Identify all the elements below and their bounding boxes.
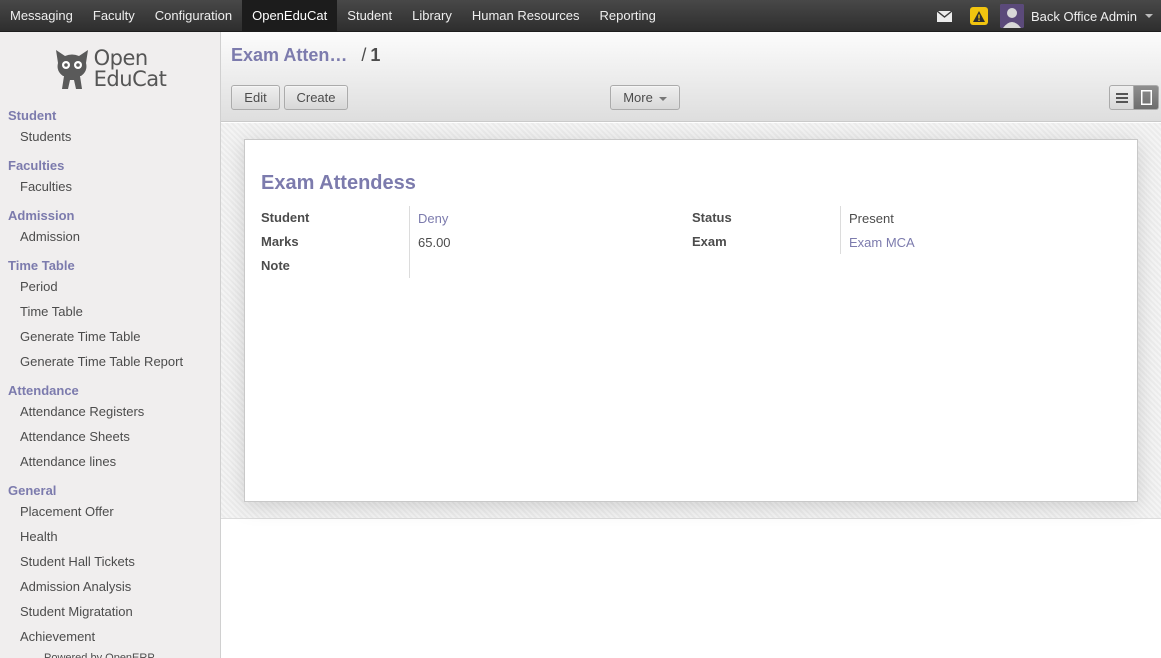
menu-human-resources[interactable]: Human Resources: [462, 0, 590, 32]
warning-icon[interactable]: [970, 7, 989, 25]
sidebar: Open EduCat Student Students Faculties F…: [0, 32, 221, 658]
menu-openeducat[interactable]: OpenEduCat: [242, 0, 338, 32]
top-menu: Messaging Faculty Configuration OpenEduC…: [0, 0, 666, 32]
form-title: Exam Attendess: [261, 172, 416, 194]
field-label-exam: Exam: [692, 234, 727, 249]
field-label-marks: Marks: [261, 234, 299, 249]
form-sheet-background: Exam Attendess Student Marks Note Deny 6…: [221, 123, 1161, 519]
menu-messaging[interactable]: Messaging: [0, 0, 83, 32]
section-title-attendance: Attendance: [8, 383, 79, 398]
field-label-status: Status: [692, 210, 732, 225]
top-right-area: Back Office Admin: [937, 0, 1161, 32]
sidebar-item-time-table[interactable]: Time Table: [0, 299, 220, 324]
sidebar-item-student-hall-tickets[interactable]: Student Hall Tickets: [0, 549, 220, 574]
sidebar-item-placement-offer[interactable]: Placement Offer: [0, 499, 220, 524]
breadcrumb-separator: /: [361, 45, 367, 65]
section-title-faculties: Faculties: [8, 158, 65, 173]
powered-by-footer[interactable]: Powered by OpenERP: [0, 649, 220, 658]
breadcrumb: Exam Atten… / 1: [231, 45, 380, 66]
user-menu[interactable]: Back Office Admin: [1000, 4, 1153, 28]
menu-reporting[interactable]: Reporting: [590, 0, 666, 32]
sidebar-item-attendance-lines[interactable]: Attendance lines: [0, 449, 220, 474]
menu-configuration[interactable]: Configuration: [145, 0, 242, 32]
list-view-icon: [1115, 92, 1128, 103]
create-button[interactable]: Create: [284, 85, 348, 110]
section-title-student: Student: [8, 108, 57, 123]
more-button-label: More: [623, 90, 653, 105]
chevron-down-icon: [1145, 14, 1153, 18]
warning-triangle-icon: [973, 10, 986, 22]
form-view-button[interactable]: [1134, 85, 1159, 110]
breadcrumb-current: 1: [370, 45, 381, 65]
logo[interactable]: Open EduCat: [0, 32, 220, 100]
sidebar-item-students[interactable]: Students: [0, 124, 220, 149]
sidebar-item-attendance-registers[interactable]: Attendance Registers: [0, 399, 220, 424]
form-view-icon: [1140, 90, 1152, 105]
control-panel: Exam Atten… / 1 Edit Create More: [221, 32, 1161, 122]
sidebar-item-health[interactable]: Health: [0, 524, 220, 549]
breadcrumb-parent[interactable]: Exam Atten…: [231, 45, 347, 66]
section-title-general: General: [8, 483, 57, 498]
field-label-student: Student: [261, 210, 310, 225]
logo-text: Open EduCat: [94, 48, 167, 90]
list-view-button[interactable]: [1109, 85, 1134, 110]
sidebar-item-period[interactable]: Period: [0, 274, 220, 299]
sidebar-item-faculties[interactable]: Faculties: [0, 174, 220, 199]
user-avatar-icon: [1000, 4, 1025, 28]
field-value-status: Present: [849, 211, 894, 226]
avatar: [1000, 4, 1025, 28]
menu-library[interactable]: Library: [402, 0, 462, 32]
section-title-admission: Admission: [8, 208, 75, 223]
sidebar-item-student-migratation[interactable]: Student Migratation: [0, 599, 220, 624]
logo-line-2: EduCat: [93, 67, 167, 91]
top-navbar: Messaging Faculty Configuration OpenEduC…: [0, 0, 1161, 32]
menu-faculty[interactable]: Faculty: [83, 0, 145, 32]
field-divider-right: [840, 206, 841, 254]
form-sheet: Exam Attendess Student Marks Note Deny 6…: [244, 139, 1138, 502]
field-value-exam[interactable]: Exam MCA: [849, 235, 915, 250]
field-divider-left: [409, 206, 410, 278]
sidebar-item-attendance-sheets[interactable]: Attendance Sheets: [0, 424, 220, 449]
more-button[interactable]: More: [610, 85, 680, 110]
view-switcher: [1109, 85, 1159, 110]
sidebar-item-admission-analysis[interactable]: Admission Analysis: [0, 574, 220, 599]
field-value-student[interactable]: Deny: [418, 211, 448, 226]
main-content: Exam Atten… / 1 Edit Create More Exam At…: [221, 32, 1161, 658]
menu-student[interactable]: Student: [337, 0, 402, 32]
field-label-note: Note: [261, 258, 290, 273]
user-name: Back Office Admin: [1031, 8, 1137, 24]
section-title-time-table: Time Table: [8, 258, 75, 273]
sidebar-item-achievement[interactable]: Achievement: [0, 624, 220, 649]
sidebar-item-generate-time-table[interactable]: Generate Time Table: [0, 324, 220, 349]
sidebar-item-generate-time-table-report[interactable]: Generate Time Table Report: [0, 349, 220, 374]
logo-line-1: Open: [93, 46, 149, 70]
sidebar-item-admission[interactable]: Admission: [0, 224, 220, 249]
chevron-down-icon: [658, 96, 667, 101]
edit-button[interactable]: Edit: [231, 85, 280, 110]
mail-icon[interactable]: [937, 10, 953, 22]
field-value-marks: 65.00: [418, 235, 451, 250]
cat-logo-icon: [55, 50, 88, 89]
